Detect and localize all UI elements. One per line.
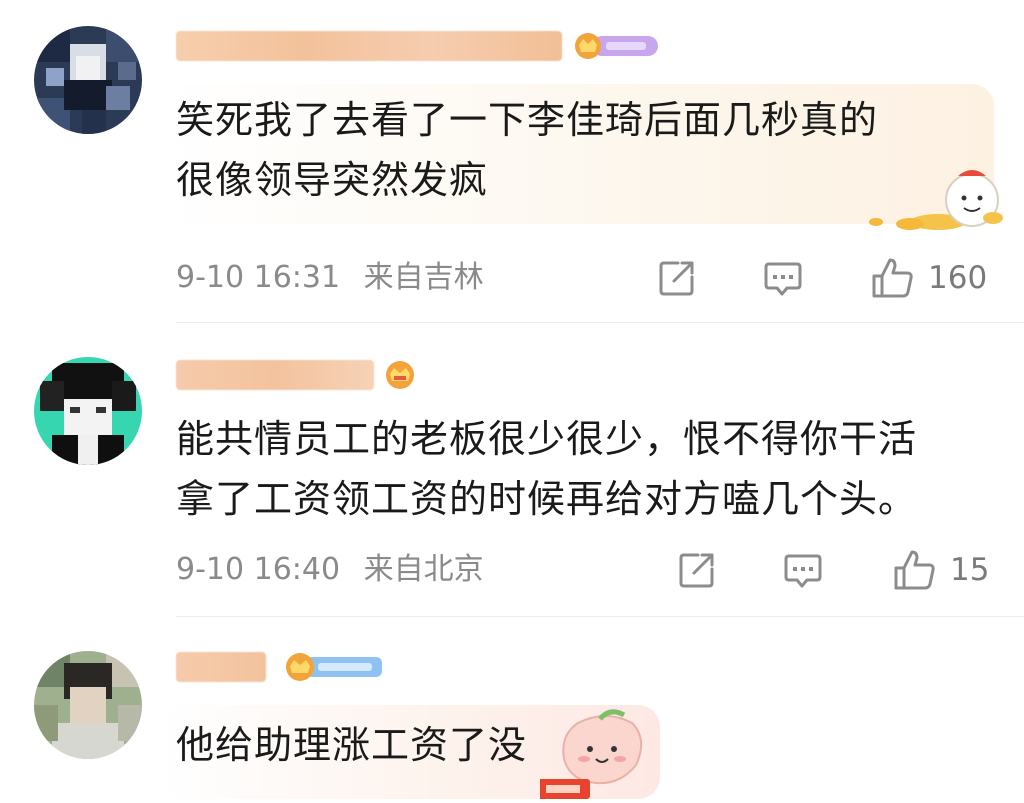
action-bar: 160 — [656, 256, 987, 300]
avatar[interactable] — [34, 26, 142, 134]
fortune-sticker — [860, 162, 1010, 238]
comment-item: 能共情员工的老板很少很少，恨不得你干活 拿了工资领工资的时候再给对方嗑几个头。 … — [0, 325, 1024, 617]
comment-text: 他给助理涨工资了没 — [176, 723, 528, 767]
avatar[interactable] — [34, 651, 142, 759]
like-count: 160 — [928, 260, 988, 296]
member-badge — [382, 360, 418, 390]
repost-icon[interactable] — [656, 257, 698, 299]
username-row — [176, 647, 384, 687]
repost-icon[interactable] — [676, 549, 718, 591]
username-row — [176, 26, 660, 66]
member-badge — [284, 652, 384, 682]
comment-time: 9-10 16:31 — [176, 260, 341, 295]
comment-icon[interactable] — [762, 257, 804, 299]
comment-location: 来自北京 — [363, 552, 484, 587]
member-badge — [572, 31, 660, 61]
like-count: 15 — [950, 552, 990, 588]
comment-text: 能共情员工的老板很少很少，恨不得你干活 拿了工资领工资的时候再给对方嗑几个头。 — [176, 417, 918, 521]
comment-location: 来自吉林 — [363, 260, 484, 295]
username-row — [176, 355, 418, 395]
avatar[interactable] — [34, 357, 142, 465]
comment-item: 他给助理涨工资了没 — [0, 617, 1024, 799]
comment-icon[interactable] — [782, 549, 824, 591]
action-bar: 15 — [676, 548, 989, 592]
comment-meta: 9-10 16:31 来自吉林 — [176, 258, 484, 298]
like-icon[interactable] — [870, 256, 916, 300]
username-blurred[interactable] — [176, 360, 374, 390]
peach-sticker — [538, 709, 670, 803]
like-icon[interactable] — [892, 548, 938, 592]
divider — [176, 322, 1024, 323]
username-blurred[interactable] — [176, 31, 562, 61]
comment-item: 笑死我了去看了一下李佳琦后面几秒真的 很像领导突然发疯 9-10 16:31 来… — [0, 0, 1024, 325]
comment-text: 笑死我了去看了一下李佳琦后面几秒真的 很像领导突然发疯 — [176, 98, 879, 202]
comment-meta: 9-10 16:40 来自北京 — [176, 550, 484, 590]
comment-time: 9-10 16:40 — [176, 552, 341, 587]
username-blurred[interactable] — [176, 652, 266, 682]
